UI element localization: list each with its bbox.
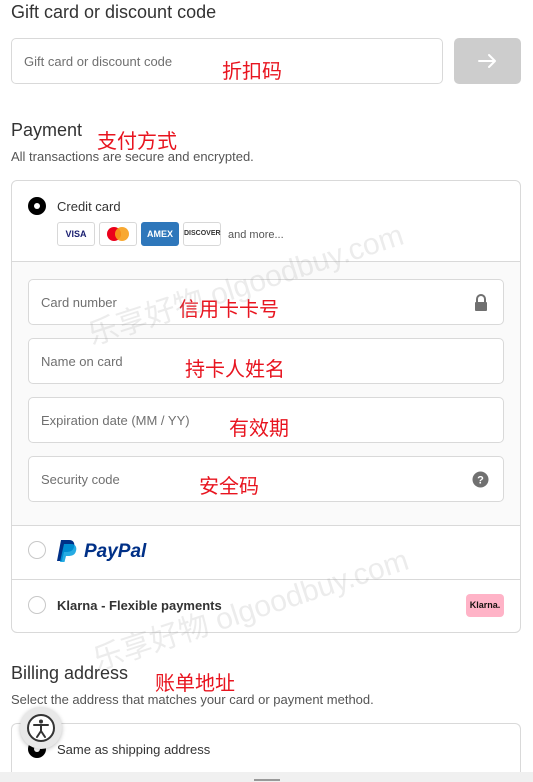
credit-card-radio[interactable] (28, 197, 46, 215)
mastercard-logo-icon (99, 222, 137, 246)
discount-annotation: 折扣码 (222, 61, 282, 83)
paypal-radio[interactable] (28, 541, 46, 559)
discover-logo-icon: DISCOVER (183, 222, 221, 246)
mastercard-circles-icon (107, 227, 129, 241)
name-on-card-annotation: 持卡人姓名 (185, 359, 285, 381)
amex-logo-icon: AMEX (141, 222, 179, 246)
expiration-date-placeholder: Expiration date (MM / YY) (41, 413, 190, 428)
klarna-radio[interactable] (28, 596, 46, 614)
discount-code-placeholder: Gift card or discount code (24, 54, 173, 69)
discount-heading: Gift card or discount code (11, 2, 217, 22)
arrow-right-icon (478, 54, 496, 68)
expiration-annotation: 有效期 (229, 418, 289, 440)
credit-card-label: Credit card (57, 199, 121, 214)
and-more-text: and more... (228, 229, 284, 241)
visa-logo-icon: VISA (57, 222, 95, 246)
horizontal-scrollbar[interactable] (0, 772, 533, 782)
accessibility-button[interactable] (20, 707, 62, 749)
security-code-input[interactable]: Security code ? (28, 456, 504, 502)
apply-discount-button[interactable] (454, 38, 521, 84)
scrollbar-thumb[interactable] (254, 779, 280, 781)
payment-heading: Payment (11, 120, 83, 140)
lock-icon (475, 294, 487, 311)
security-code-placeholder: Security code (41, 472, 120, 487)
billing-subtitle: Select the address that matches your car… (11, 692, 374, 707)
name-on-card-placeholder: Name on card (41, 354, 123, 369)
security-code-annotation: 安全码 (199, 476, 259, 498)
help-icon[interactable]: ? (472, 471, 489, 488)
paypal-logo-icon (57, 540, 77, 562)
svg-text:?: ? (477, 475, 484, 487)
payment-subtitle: All transactions are secure and encrypte… (11, 149, 254, 164)
klarna-badge-icon: Klarna. (466, 594, 504, 617)
paypal-label: PayPal (84, 541, 147, 562)
accessibility-icon (27, 714, 55, 742)
same-as-shipping-label: Same as shipping address (57, 742, 211, 757)
